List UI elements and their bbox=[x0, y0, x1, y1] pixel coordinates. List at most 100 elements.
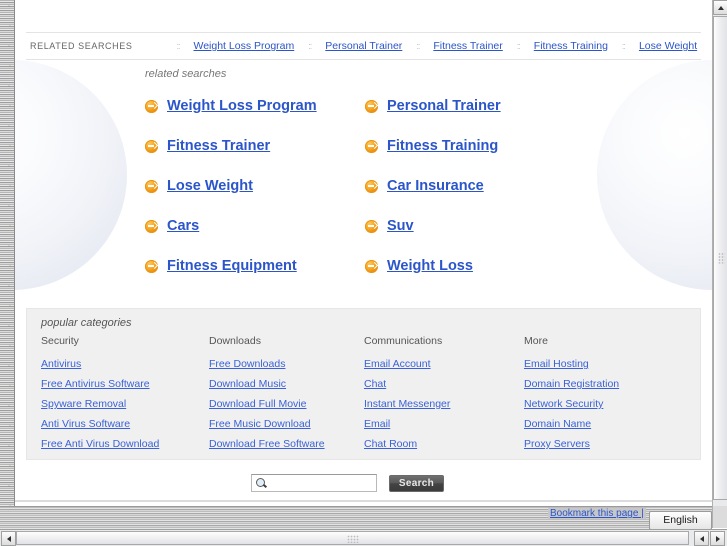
horizontal-scrollbar-thumb[interactable] bbox=[16, 531, 689, 545]
category-link-spyware-removal[interactable]: Spyware Removal bbox=[41, 394, 209, 414]
search-row: Search bbox=[251, 474, 444, 492]
related-bar-separator: :: bbox=[516, 41, 521, 51]
related-bar-link-weight-loss-program[interactable]: Weight Loss Program bbox=[193, 40, 294, 52]
category-link-chat-room[interactable]: Chat Room bbox=[364, 434, 524, 454]
related-search-item-cars[interactable]: Cars bbox=[145, 206, 365, 246]
chevron-up-icon bbox=[717, 5, 724, 10]
chevron-left-icon bbox=[699, 535, 704, 542]
category-link-download-full-movie[interactable]: Download Full Movie bbox=[209, 394, 364, 414]
related-search-item-personal-trainer[interactable]: Personal Trainer bbox=[365, 86, 585, 126]
category-link-download-free-software[interactable]: Download Free Software bbox=[209, 434, 364, 454]
arrow-circle-icon bbox=[365, 99, 378, 113]
related-search-label: Personal Trainer bbox=[387, 98, 501, 114]
category-link-anti-virus-software[interactable]: Anti Virus Software bbox=[41, 414, 209, 434]
category-header-security: Security bbox=[41, 335, 79, 347]
arrow-circle-icon bbox=[145, 139, 158, 153]
category-header-communications: Communications bbox=[364, 335, 443, 347]
related-search-item-car-insurance[interactable]: Car Insurance bbox=[365, 166, 585, 206]
bookmark-this-page-link[interactable]: Bookmark this page | bbox=[548, 508, 646, 519]
arrow-circle-icon bbox=[145, 99, 158, 113]
category-link-email[interactable]: Email bbox=[364, 414, 524, 434]
category-column-more: More Email Hosting Domain Registration N… bbox=[524, 335, 684, 454]
category-link-free-anti-virus-download[interactable]: Free Anti Virus Download bbox=[41, 434, 209, 454]
related-search-item-weight-loss-program[interactable]: Weight Loss Program bbox=[145, 86, 365, 126]
category-column-downloads: Downloads Free Downloads Download Music … bbox=[209, 335, 364, 454]
related-bar-separator: :: bbox=[621, 41, 626, 51]
category-link-free-music-download[interactable]: Free Music Download bbox=[209, 414, 364, 434]
related-search-item-lose-weight[interactable]: Lose Weight bbox=[145, 166, 365, 206]
arrow-circle-icon bbox=[365, 179, 378, 193]
search-input-wrapper[interactable] bbox=[251, 474, 403, 492]
related-bar-link-lose-weight[interactable]: Lose Weight bbox=[639, 40, 697, 52]
vertical-scrollbar-thumb[interactable] bbox=[713, 16, 727, 500]
related-bar-link-fitness-trainer[interactable]: Fitness Trainer bbox=[433, 40, 502, 52]
related-bar-link-personal-trainer[interactable]: Personal Trainer bbox=[325, 40, 402, 52]
left-strip-texture bbox=[0, 0, 14, 528]
category-link-antivirus[interactable]: Antivirus bbox=[41, 354, 209, 374]
arrow-circle-icon bbox=[145, 219, 158, 233]
chevron-right-icon bbox=[715, 535, 720, 542]
related-search-label: Fitness Training bbox=[387, 138, 499, 154]
scroll-right-step-button[interactable] bbox=[710, 531, 725, 546]
left-window-edge-strip bbox=[0, 0, 15, 528]
scrollbar-grip-icon bbox=[718, 252, 725, 264]
related-search-item-fitness-trainer[interactable]: Fitness Trainer bbox=[145, 126, 365, 166]
category-link-free-downloads[interactable]: Free Downloads bbox=[209, 354, 364, 374]
search-input[interactable] bbox=[268, 476, 403, 490]
scroll-up-button[interactable] bbox=[713, 0, 727, 15]
arrow-circle-icon bbox=[145, 179, 158, 193]
arrow-circle-icon bbox=[365, 219, 378, 233]
category-link-domain-registration[interactable]: Domain Registration bbox=[524, 374, 684, 394]
category-link-email-account[interactable]: Email Account bbox=[364, 354, 524, 374]
category-link-proxy-servers[interactable]: Proxy Servers bbox=[524, 434, 684, 454]
vertical-scrollbar[interactable] bbox=[712, 0, 727, 528]
decorative-sphere-left bbox=[15, 60, 127, 290]
category-link-network-security[interactable]: Network Security bbox=[524, 394, 684, 414]
related-bar-link-fitness-training[interactable]: Fitness Training bbox=[534, 40, 608, 52]
scrollbar-corner bbox=[712, 506, 727, 528]
related-search-item-suv[interactable]: Suv bbox=[365, 206, 585, 246]
search-button[interactable]: Search bbox=[389, 474, 444, 492]
related-searches-list: Weight Loss Program Personal Trainer Fit… bbox=[145, 86, 675, 286]
category-link-instant-messenger[interactable]: Instant Messenger bbox=[364, 394, 524, 414]
related-search-item-fitness-training[interactable]: Fitness Training bbox=[365, 126, 585, 166]
page-content: RELATED SEARCHES :: Weight Loss Program … bbox=[15, 0, 712, 506]
related-search-label: Weight Loss bbox=[387, 258, 473, 274]
category-link-domain-name[interactable]: Domain Name bbox=[524, 414, 684, 434]
arrow-circle-icon bbox=[365, 259, 378, 273]
related-search-label: Cars bbox=[167, 218, 200, 234]
popular-categories-panel: popular categories Security Antivirus Fr… bbox=[26, 308, 701, 460]
category-link-email-hosting[interactable]: Email Hosting bbox=[524, 354, 684, 374]
related-searches-bar-label: RELATED SEARCHES bbox=[30, 41, 133, 51]
related-search-item-weight-loss[interactable]: Weight Loss bbox=[365, 246, 585, 286]
category-column-communications: Communications Email Account Chat Instan… bbox=[364, 335, 524, 454]
related-bar-separator: :: bbox=[308, 41, 312, 51]
related-bar-separator: :: bbox=[416, 41, 420, 51]
category-header-downloads: Downloads bbox=[209, 335, 261, 347]
related-searches-heading: related searches bbox=[145, 68, 227, 80]
scroll-left-step-button[interactable] bbox=[694, 531, 709, 546]
horizontal-scrollbar[interactable] bbox=[0, 529, 727, 546]
category-link-chat[interactable]: Chat bbox=[364, 374, 524, 394]
chevron-left-icon bbox=[6, 535, 11, 542]
language-select[interactable]: English bbox=[649, 511, 712, 530]
category-header-more: More bbox=[524, 335, 548, 347]
popular-categories-heading: popular categories bbox=[41, 317, 132, 329]
related-search-label: Lose Weight bbox=[167, 178, 253, 194]
arrow-circle-icon bbox=[145, 259, 158, 273]
related-bar-separator: :: bbox=[176, 41, 180, 51]
related-search-label: Suv bbox=[387, 218, 414, 234]
category-link-download-music[interactable]: Download Music bbox=[209, 374, 364, 394]
category-link-free-antivirus-software[interactable]: Free Antivirus Software bbox=[41, 374, 209, 394]
related-searches-bar: RELATED SEARCHES :: Weight Loss Program … bbox=[26, 32, 701, 60]
related-search-label: Fitness Equipment bbox=[167, 258, 297, 274]
scrollbar-grip-icon bbox=[346, 535, 359, 543]
page-bottom-rule bbox=[15, 500, 712, 502]
category-column-security: Security Antivirus Free Antivirus Softwa… bbox=[41, 335, 209, 454]
related-search-label: Weight Loss Program bbox=[167, 98, 317, 114]
magnifier-icon bbox=[255, 477, 268, 490]
popular-categories-columns: Security Antivirus Free Antivirus Softwa… bbox=[41, 335, 691, 454]
related-search-item-fitness-equipment[interactable]: Fitness Equipment bbox=[145, 246, 365, 286]
arrow-circle-icon bbox=[365, 139, 378, 153]
scroll-left-button[interactable] bbox=[1, 531, 16, 546]
